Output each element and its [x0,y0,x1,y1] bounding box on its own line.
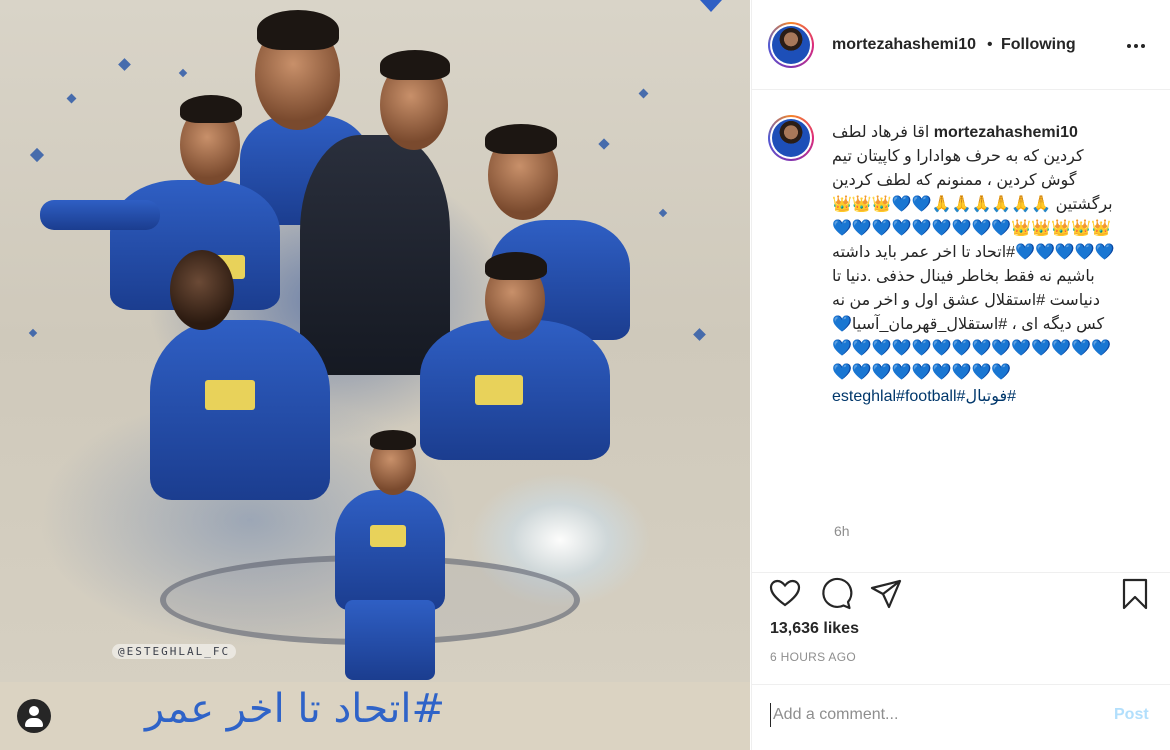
comment-icon[interactable] [819,577,853,611]
caption-hashtags[interactable]: #فوتبال#esteghlal#football [832,388,1016,405]
likes-count[interactable]: 13,636 likes [770,620,859,638]
comment-box: Post [752,684,1170,750]
caption-body: اقا فرهاد لطف کردین که به حرف هوادارا و … [827,124,1115,381]
caption-time: 6h [834,523,850,539]
action-bar [752,572,1170,616]
follow-separator: • [987,36,993,53]
following-button[interactable]: Following [1001,36,1076,54]
user-tag-icon[interactable] [17,699,51,733]
caption-username[interactable]: mortezahashemi10 [934,124,1078,141]
caption-section: mortezahashemi10 اقا فرهاد لطف کردین که … [752,91,1170,571]
image-watermark: @ESTEGHLAL_FC [112,644,237,659]
post-timestamp[interactable]: 6 HOURS AGO [770,650,856,664]
image-hashtag-text: #اتحاد تا اخر عمر [145,686,446,732]
caption-avatar[interactable] [768,115,814,161]
post-comment-button[interactable]: Post [1114,706,1149,724]
send-icon[interactable] [869,577,903,611]
image-hashtag-banner: #اتحاد تا اخر عمر [0,682,750,750]
more-options-icon[interactable] [1127,36,1151,56]
post-details-panel: mortezahashemi10 • Following mortezahash… [751,0,1170,750]
bookmark-icon[interactable] [1118,577,1152,611]
post-image[interactable]: @ESTEGHLAL_FC #اتحاد تا اخر عمر [0,0,750,750]
header-username[interactable]: mortezahashemi10 [832,36,976,54]
heart-icon[interactable] [768,577,802,611]
avatar[interactable] [768,22,814,68]
caption-text: mortezahashemi10 اقا فرهاد لطف کردین که … [832,121,1122,409]
post-header: mortezahashemi10 • Following [752,0,1170,90]
diamond-icon [700,0,722,12]
comment-input[interactable] [770,703,1090,727]
